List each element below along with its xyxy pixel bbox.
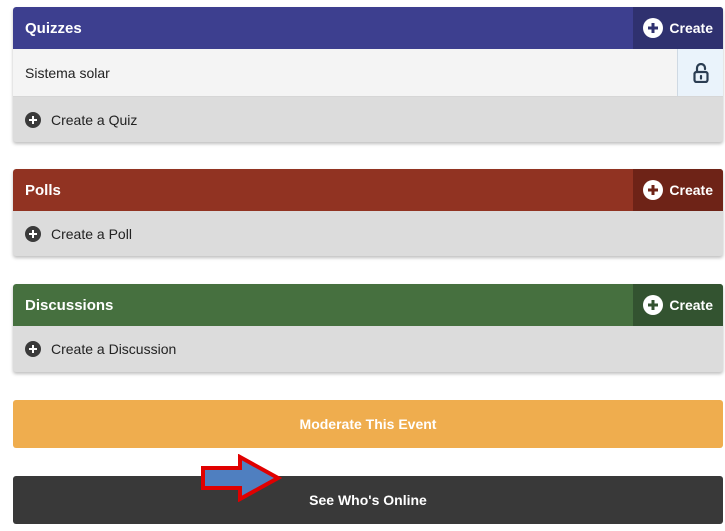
create-quiz-link-label: Create a Quiz	[51, 112, 138, 128]
create-discussion-label: Create	[669, 297, 713, 313]
quizzes-title: Quizzes	[25, 19, 82, 37]
unlock-button[interactable]	[677, 49, 723, 96]
polls-title: Polls	[25, 181, 61, 199]
create-discussion-link[interactable]: Create a Discussion	[13, 326, 723, 372]
polls-header: Polls Create	[13, 169, 723, 211]
create-quiz-link[interactable]: Create a Quiz	[13, 97, 723, 142]
plus-circle-icon	[643, 180, 664, 200]
unlock-icon	[692, 62, 709, 83]
plus-circle-icon	[25, 341, 41, 357]
create-poll-label: Create	[669, 182, 713, 198]
annotation-arrow-icon	[201, 454, 282, 502]
see-whos-online-label: See Who's Online	[309, 492, 427, 508]
polls-panel: Polls Create Create a Poll	[13, 169, 723, 256]
discussions-header: Discussions Create	[13, 284, 723, 326]
create-poll-link-label: Create a Poll	[51, 226, 132, 242]
plus-circle-icon	[25, 112, 41, 128]
create-quiz-button[interactable]: Create	[633, 7, 723, 49]
create-discussion-button[interactable]: Create	[633, 284, 723, 326]
create-poll-link[interactable]: Create a Poll	[13, 211, 723, 256]
quiz-item[interactable]: Sistema solar	[13, 49, 723, 97]
quizzes-header: Quizzes Create	[13, 7, 723, 49]
create-poll-button[interactable]: Create	[633, 169, 723, 211]
quiz-item-label: Sistema solar	[25, 64, 110, 81]
plus-circle-icon	[643, 18, 664, 38]
discussions-title: Discussions	[25, 296, 114, 314]
create-quiz-label: Create	[669, 20, 713, 36]
create-discussion-link-label: Create a Discussion	[51, 341, 177, 357]
discussions-panel: Discussions Create Create a Discussion	[13, 284, 723, 372]
see-whos-online-button[interactable]: See Who's Online	[13, 476, 723, 524]
plus-circle-icon	[25, 226, 41, 242]
plus-circle-icon	[643, 295, 664, 315]
quizzes-panel: Quizzes Create Sistema solar Create a Qu…	[13, 7, 723, 142]
moderate-event-button[interactable]: Moderate This Event	[13, 400, 723, 448]
moderate-event-label: Moderate This Event	[299, 416, 437, 432]
